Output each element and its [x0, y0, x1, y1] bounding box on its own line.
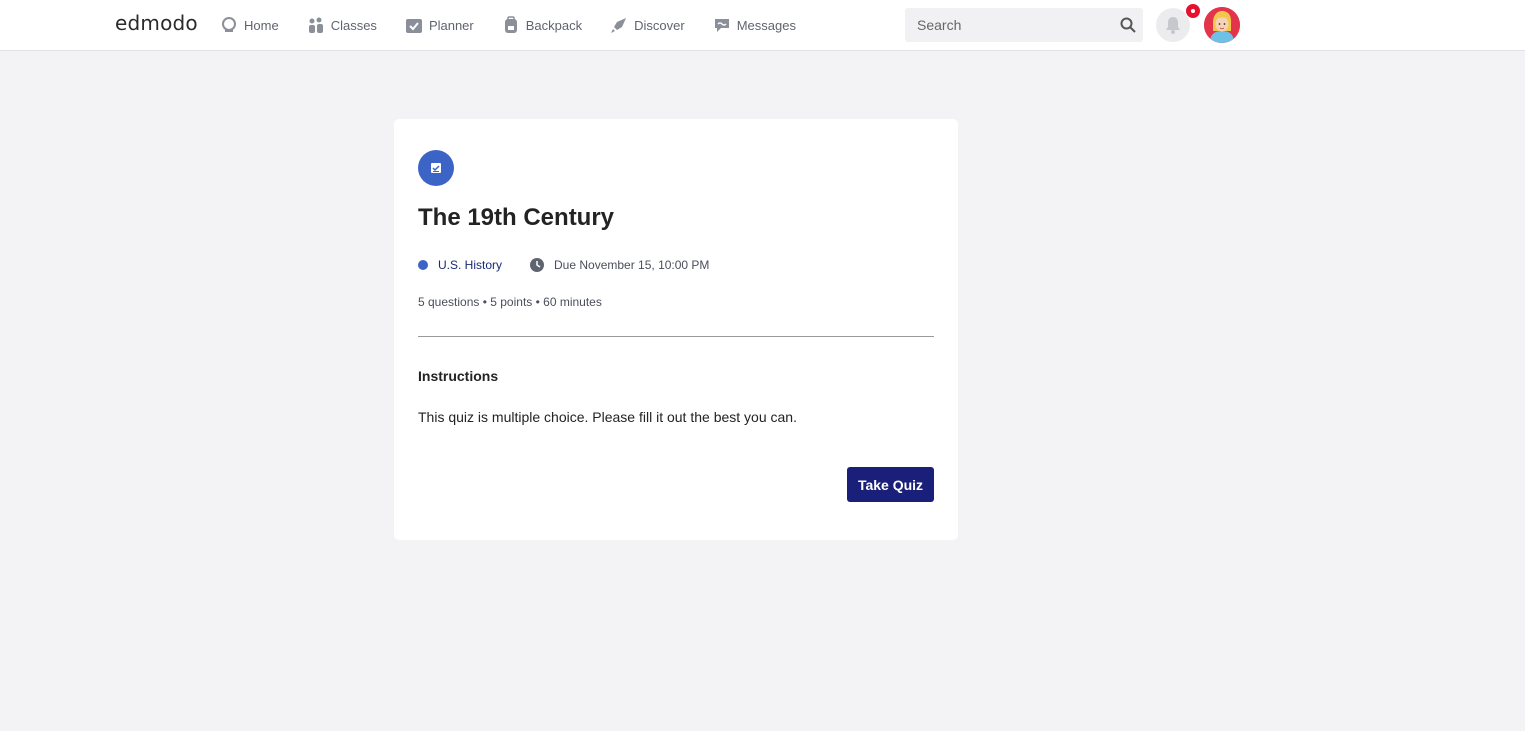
notification-badge — [1185, 3, 1201, 19]
instructions-text: This quiz is multiple choice. Please fil… — [418, 409, 797, 425]
quiz-card: The 19th Century U.S. History Due Novemb… — [394, 119, 958, 540]
nav-discover[interactable]: Discover — [610, 16, 685, 34]
clock-icon — [530, 258, 545, 272]
nav-discover-label: Discover — [634, 17, 685, 33]
take-quiz-button[interactable]: Take Quiz — [847, 467, 934, 502]
nav-backpack[interactable]: Backpack — [502, 16, 582, 34]
nav-classes-label: Classes — [330, 17, 377, 33]
edmodo-logo[interactable]: edmodo — [115, 11, 198, 35]
top-navigation-bar: edmodo Home Classes Planner Backpack Dis… — [0, 0, 1525, 51]
home-icon — [222, 17, 236, 32]
bell-icon — [1166, 17, 1180, 34]
class-link[interactable]: U.S. History — [438, 258, 502, 272]
nav-planner-label: Planner — [428, 17, 474, 33]
nav-messages-label: Messages — [736, 17, 796, 33]
class-color-dot — [418, 260, 428, 270]
planner-icon — [405, 19, 422, 33]
nav-backpack-label: Backpack — [525, 17, 583, 33]
quiz-stats: 5 questions • 5 points • 60 minutes — [418, 295, 602, 309]
quiz-icon — [431, 163, 441, 173]
instructions-heading: Instructions — [418, 368, 499, 384]
quiz-meta: U.S. History Due November 15, 10:00 PM — [418, 258, 709, 272]
search-input[interactable] — [905, 8, 1117, 42]
backpack-icon — [504, 16, 517, 33]
avatar[interactable] — [1204, 7, 1240, 43]
quiz-title: The 19th Century — [418, 204, 615, 231]
nav-classes[interactable]: Classes — [307, 16, 377, 34]
main-nav: Home Classes Planner Backpack Discover M… — [220, 0, 824, 50]
classes-icon — [308, 17, 323, 33]
search-box — [905, 8, 1143, 42]
nav-planner[interactable]: Planner — [405, 16, 474, 34]
user-avatar-icon — [1204, 7, 1240, 43]
due-date: Due November 15, 10:00 PM — [554, 258, 710, 272]
nav-home[interactable]: Home — [220, 16, 279, 34]
divider — [418, 336, 934, 337]
nav-home-label: Home — [244, 17, 279, 33]
discover-icon — [611, 18, 627, 33]
messages-icon — [714, 19, 729, 32]
quiz-type-badge — [418, 150, 454, 186]
nav-messages[interactable]: Messages — [713, 16, 796, 34]
search-icon[interactable] — [1119, 16, 1137, 34]
